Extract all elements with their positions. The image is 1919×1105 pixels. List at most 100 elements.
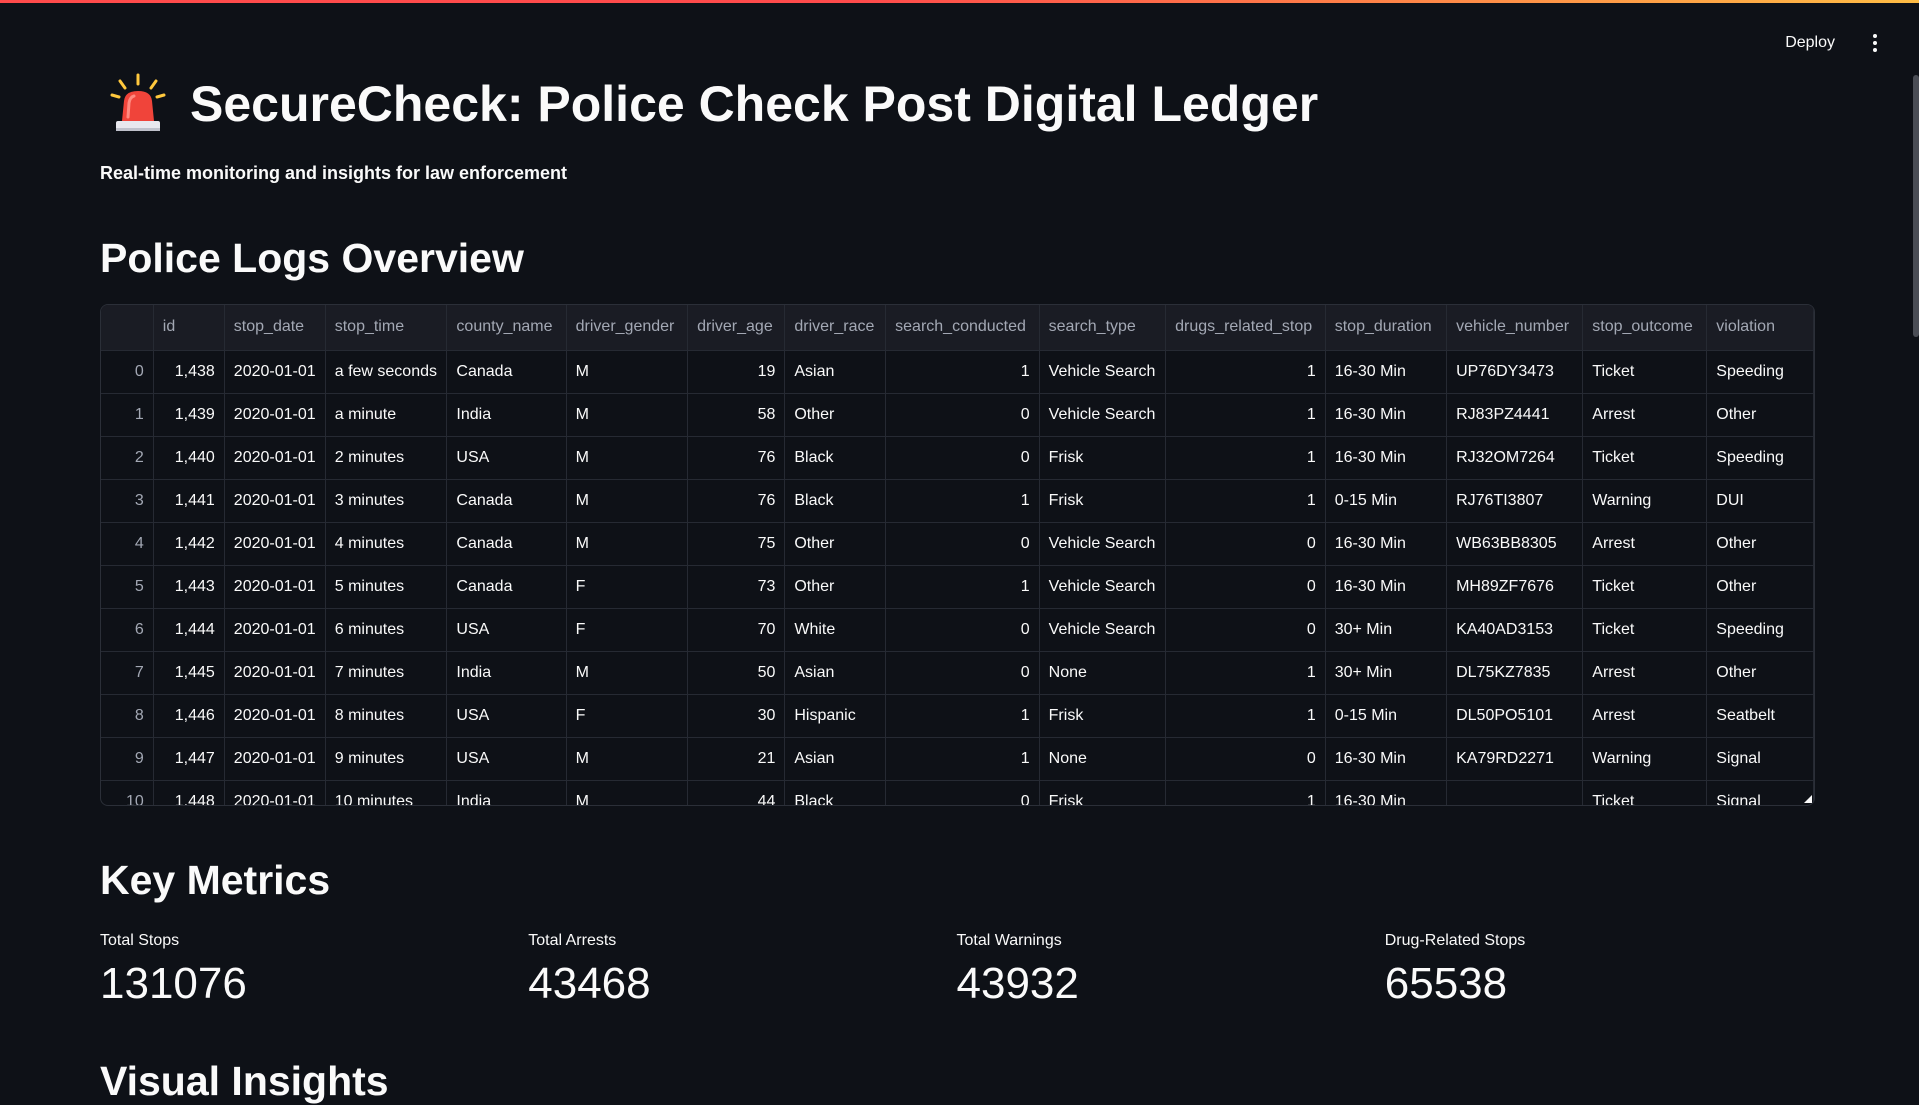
table-cell[interactable]: Vehicle Search [1039, 350, 1167, 394]
table-cell[interactable]: M [566, 522, 689, 566]
table-cell[interactable]: Black [784, 436, 887, 480]
table-cell[interactable]: DL75KZ7835 [1446, 651, 1584, 695]
table-cell[interactable]: 8 minutes [325, 694, 448, 738]
table-cell[interactable]: 2020-01-01 [224, 694, 326, 738]
table-cell[interactable]: 76 [687, 479, 786, 523]
table-cell[interactable]: Arrest [1582, 651, 1708, 695]
table-cell[interactable]: 16-30 Min [1325, 780, 1448, 805]
table-cell[interactable]: Black [784, 780, 887, 805]
table-cell[interactable]: Ticket [1582, 608, 1708, 652]
table-cell[interactable]: M [566, 350, 689, 394]
table-cell[interactable]: MH89ZF7676 [1446, 565, 1584, 609]
table-cell[interactable]: 2020-01-01 [224, 479, 326, 523]
table-cell[interactable]: Ticket [1582, 436, 1708, 480]
table-cell[interactable]: 1,440 [153, 436, 225, 480]
table-cell[interactable]: 0 [885, 608, 1040, 652]
table-cell[interactable]: 0 [885, 436, 1040, 480]
table-cell[interactable]: 0-15 Min [1325, 479, 1448, 523]
row-index-cell[interactable]: 5 [101, 565, 154, 609]
table-cell[interactable]: 0 [885, 651, 1040, 695]
table-cell[interactable]: 73 [687, 565, 786, 609]
column-header[interactable]: id [153, 305, 225, 351]
table-cell[interactable]: RJ32OM7264 [1446, 436, 1584, 480]
table-cell[interactable]: 2020-01-01 [224, 651, 326, 695]
table-cell[interactable]: 1,448 [153, 780, 225, 805]
table-cell[interactable]: 1 [1165, 479, 1326, 523]
table-cell[interactable]: 0 [885, 393, 1040, 437]
table-cell[interactable]: F [566, 694, 689, 738]
table-cell[interactable]: 44 [687, 780, 786, 805]
table-cell[interactable]: 2 minutes [325, 436, 448, 480]
column-header[interactable]: driver_age [687, 305, 786, 351]
table-cell[interactable]: RJ76TI3807 [1446, 479, 1584, 523]
table-cell[interactable]: 1,446 [153, 694, 225, 738]
row-index-cell[interactable]: 4 [101, 522, 154, 566]
table-cell[interactable]: Vehicle Search [1039, 565, 1167, 609]
table-cell[interactable]: Ticket [1582, 350, 1708, 394]
row-index-cell[interactable]: 8 [101, 694, 154, 738]
table-cell[interactable]: Canada [446, 565, 567, 609]
table-cell[interactable]: Other [1706, 522, 1814, 566]
table-cell[interactable]: Speeding [1706, 608, 1814, 652]
table-cell[interactable]: 7 minutes [325, 651, 448, 695]
table-cell[interactable]: 30+ Min [1325, 651, 1448, 695]
table-cell[interactable]: Asian [784, 737, 887, 781]
table-cell[interactable] [1446, 780, 1584, 805]
table-cell[interactable]: RJ83PZ4441 [1446, 393, 1584, 437]
table-cell[interactable]: 0 [885, 780, 1040, 805]
table-cell[interactable]: 1,441 [153, 479, 225, 523]
table-cell[interactable]: Other [1706, 651, 1814, 695]
table-cell[interactable]: 1 [885, 350, 1040, 394]
table-cell[interactable]: 1 [1165, 694, 1326, 738]
table-row[interactable]: 2 1,440 2020-01-01 2 minutes USA M 76 Black 0 Fri… [101, 436, 1814, 480]
table-cell[interactable]: 9 minutes [325, 737, 448, 781]
table-cell[interactable]: M [566, 737, 689, 781]
table-cell[interactable]: India [446, 780, 567, 805]
table-cell[interactable]: Warning [1582, 737, 1708, 781]
table-cell[interactable]: 16-30 Min [1325, 393, 1448, 437]
table-cell[interactable]: F [566, 565, 689, 609]
table-cell[interactable]: M [566, 651, 689, 695]
table-cell[interactable]: Vehicle Search [1039, 608, 1167, 652]
table-cell[interactable]: Canada [446, 479, 567, 523]
table-cell[interactable]: Seatbelt [1706, 694, 1814, 738]
table-cell[interactable]: Asian [784, 350, 887, 394]
table-cell[interactable]: Asian [784, 651, 887, 695]
table-cell[interactable]: DL50PO5101 [1446, 694, 1584, 738]
table-cell[interactable]: 50 [687, 651, 786, 695]
table-cell[interactable]: Frisk [1039, 436, 1167, 480]
table-cell[interactable]: Hispanic [784, 694, 887, 738]
table-cell[interactable]: WB63BB8305 [1446, 522, 1584, 566]
index-column-header[interactable] [101, 305, 154, 351]
table-cell[interactable]: Black [784, 479, 887, 523]
table-cell[interactable]: 0-15 Min [1325, 694, 1448, 738]
table-row[interactable]: 3 1,441 2020-01-01 3 minutes Canada M 76 Black 1… [101, 479, 1814, 523]
table-cell[interactable]: KA40AD3153 [1446, 608, 1584, 652]
column-header[interactable]: violation [1706, 305, 1814, 351]
table-cell[interactable]: India [446, 393, 567, 437]
table-cell[interactable]: M [566, 436, 689, 480]
table-cell[interactable]: Other [1706, 565, 1814, 609]
table-row[interactable]: 0 1,438 2020-01-01 a few seconds Canada M 19 As… [101, 350, 1814, 394]
table-cell[interactable]: M [566, 479, 689, 523]
table-cell[interactable]: 0 [1165, 565, 1326, 609]
table-cell[interactable]: 1 [1165, 780, 1326, 805]
table-cell[interactable]: 2020-01-01 [224, 436, 326, 480]
table-cell[interactable]: UP76DY3473 [1446, 350, 1584, 394]
row-index-cell[interactable]: 2 [101, 436, 154, 480]
table-cell[interactable]: 1,438 [153, 350, 225, 394]
column-header[interactable]: driver_gender [566, 305, 689, 351]
row-index-cell[interactable]: 10 [101, 780, 154, 805]
table-cell[interactable]: 1,444 [153, 608, 225, 652]
table-cell[interactable]: 1 [885, 479, 1040, 523]
table-cell[interactable]: 30 [687, 694, 786, 738]
table-row[interactable]: 7 1,445 2020-01-01 7 minutes India M 50 Asian 0 N… [101, 651, 1814, 695]
table-cell[interactable]: Vehicle Search [1039, 393, 1167, 437]
table-cell[interactable]: USA [446, 436, 567, 480]
table-cell[interactable]: 10 minutes [325, 780, 448, 805]
table-cell[interactable]: USA [446, 608, 567, 652]
table-cell[interactable]: Frisk [1039, 694, 1167, 738]
table-cell[interactable]: a few seconds [325, 350, 448, 394]
table-cell[interactable]: 16-30 Min [1325, 522, 1448, 566]
table-cell[interactable]: Arrest [1582, 522, 1708, 566]
